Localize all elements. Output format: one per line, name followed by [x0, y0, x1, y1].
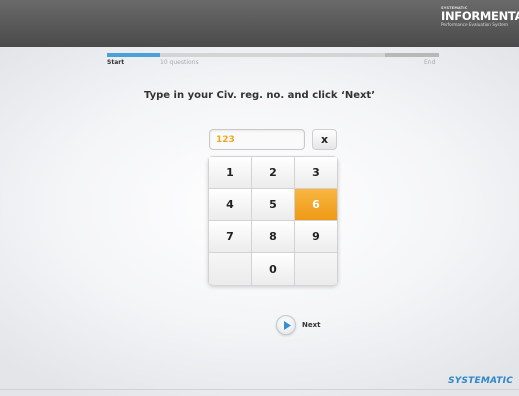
key-9[interactable]: 9: [295, 221, 337, 252]
key-blank-left: [209, 253, 251, 285]
key-5[interactable]: 5: [252, 189, 294, 220]
civ-reg-input[interactable]: 123: [209, 129, 305, 150]
next-button[interactable]: Next: [276, 314, 320, 336]
top-bar: SYSTEMATIC INFORMENTAS Performance Evalu…: [0, 0, 519, 47]
key-4[interactable]: 4: [209, 189, 251, 220]
key-8[interactable]: 8: [252, 221, 294, 252]
key-7[interactable]: 7: [209, 221, 251, 252]
instruction-text: Type in your Civ. reg. no. and click ‘Ne…: [143, 90, 376, 101]
progress-start-label: Start: [107, 59, 125, 66]
next-arrow-icon[interactable]: [276, 315, 296, 335]
key-2[interactable]: 2: [252, 157, 294, 188]
footer-divider: [0, 389, 519, 390]
numeric-keypad: 1 2 3 4 5 6 7 8 9 0: [208, 156, 338, 285]
key-3[interactable]: 3: [295, 157, 337, 188]
progress-end-label: End: [424, 59, 436, 66]
key-6[interactable]: 6: [295, 189, 337, 220]
progress-bar: [107, 53, 439, 57]
brand-tagline: Performance Evaluation System: [441, 22, 508, 27]
brand-name: INFORMENTAS: [441, 9, 519, 23]
key-0[interactable]: 0: [252, 253, 294, 285]
systematic-logo: SYSTEMATIC: [448, 376, 513, 386]
next-label[interactable]: Next: [302, 321, 320, 329]
progress-end-segment: [385, 53, 439, 57]
key-1[interactable]: 1: [209, 157, 251, 188]
clear-button[interactable]: x: [312, 129, 337, 150]
key-blank-right: [295, 253, 337, 285]
progress-questions-label: 10 questions: [160, 59, 199, 66]
progress-fill: [107, 53, 161, 57]
informentas-logo: SYSTEMATIC INFORMENTAS Performance Evalu…: [441, 6, 519, 27]
